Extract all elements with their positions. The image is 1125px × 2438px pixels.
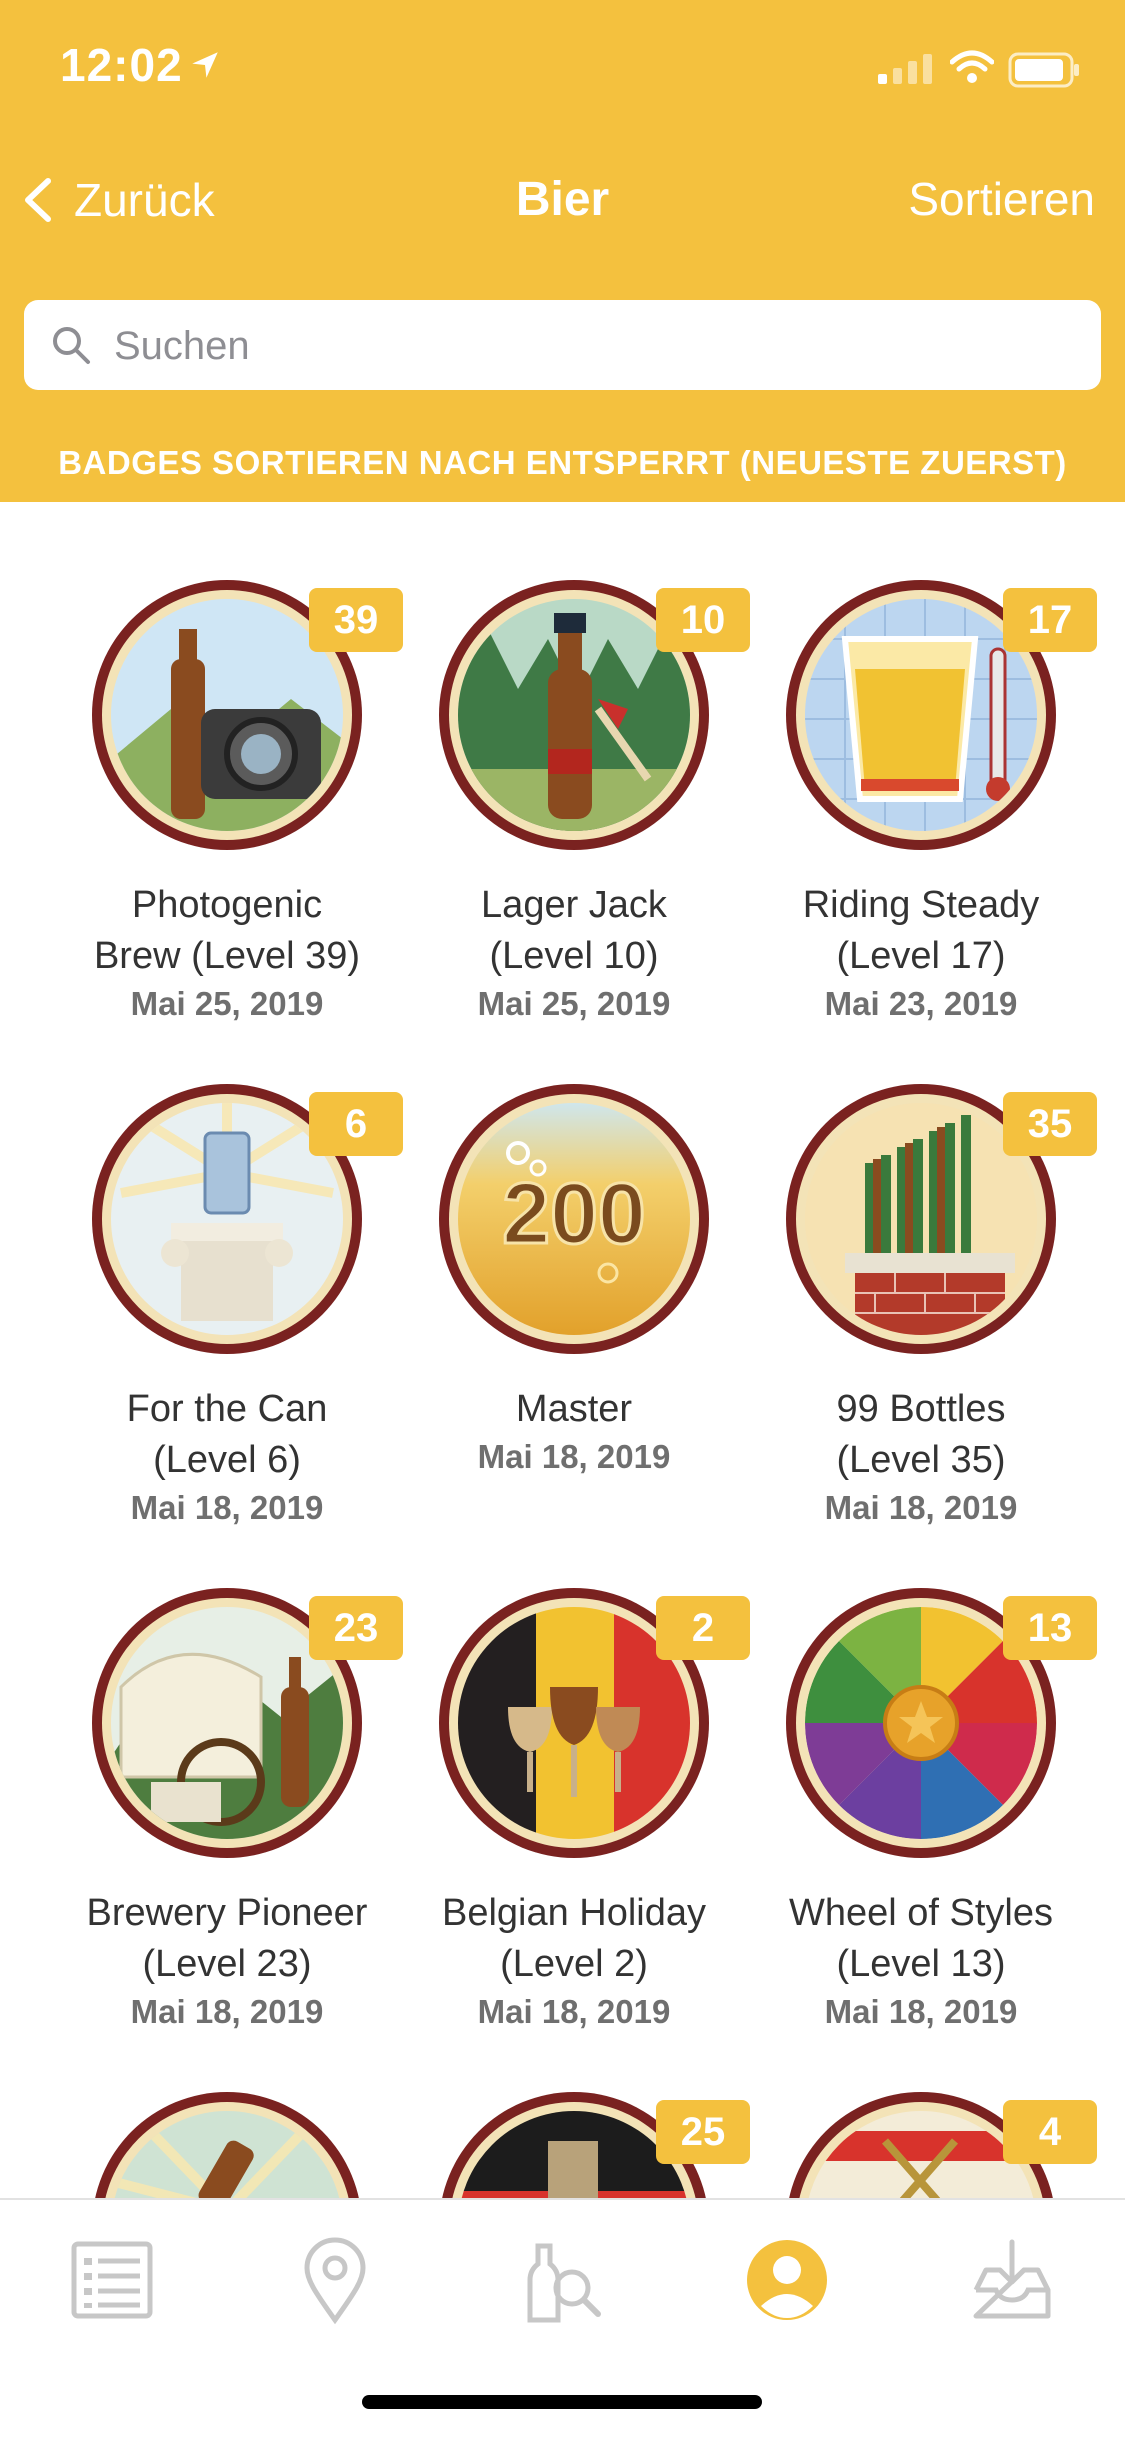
sort-button[interactable]: Sortieren: [908, 172, 1095, 226]
badge-name-line: Master: [515, 1388, 633, 1430]
beer-search-icon[interactable]: [512, 2230, 612, 2330]
header: 12:02 Zurück Bier Sortieren Suchen BADGE…: [0, 0, 1125, 502]
badge-date: Mai 18, 2019: [824, 1993, 1018, 2030]
badge-name-line: (Level 13): [836, 1943, 1006, 1985]
profile-icon[interactable]: [737, 2230, 837, 2330]
badge-name-line: Wheel of Styles: [789, 1892, 1053, 1934]
search-bar: [24, 300, 1101, 390]
badge-name-line: Belgian Holiday: [441, 1892, 707, 1934]
badge-name-line: Brewery Pioneer: [86, 1892, 368, 1934]
level-tag: 17: [1003, 588, 1097, 652]
level-tag: 25: [656, 2100, 750, 2164]
badge-name-line: 99 Bottles: [836, 1388, 1006, 1430]
activity-list-icon[interactable]: [62, 2230, 162, 2330]
badge-grid: 39 Photogenic Brew (Level 39) Mai 25, 20…: [0, 502, 1125, 2200]
badge-date: Mai 18, 2019: [477, 1993, 671, 2030]
badge-name: Master: [400, 1384, 748, 1435]
badge-name: Wheel of Styles (Level 13): [747, 1888, 1095, 1990]
badge-date: Mai 18, 2019: [477, 1438, 671, 1475]
level-tag: 2: [656, 1596, 750, 1660]
level-tag: 10: [656, 588, 750, 652]
level-tag: 39: [309, 588, 403, 652]
wifi-icon: [950, 50, 994, 83]
badge-name-line: Brew (Level 39): [93, 935, 361, 977]
badge-name-line: (Level 10): [489, 935, 659, 977]
search-icon: [53, 327, 90, 364]
inbox-icon[interactable]: [962, 2230, 1062, 2330]
badge-name: For the Can (Level 6): [53, 1384, 401, 1486]
master-emblem-text: 200: [502, 1166, 646, 1262]
badge-date: Mai 25, 2019: [130, 985, 324, 1022]
badge-name: Brewery Pioneer (Level 23): [53, 1888, 401, 1990]
badge-name-line: (Level 23): [142, 1943, 312, 1985]
partial-badge-icon: [111, 2111, 343, 2200]
badge-name: Lager Jack (Level 10): [400, 880, 748, 982]
level-tag: 35: [1003, 1092, 1097, 1156]
badge-date: Mai 18, 2019: [824, 1489, 1018, 1526]
badge-name-line: Lager Jack: [481, 884, 667, 926]
badge-name-line: Riding Steady: [802, 884, 1040, 926]
badge-name-line: (Level 6): [153, 1439, 301, 1481]
location-arrow-icon: [192, 52, 218, 78]
sort-info-label: BADGES SORTIEREN NACH ENTSPERRT (NEUESTE…: [58, 444, 1067, 481]
status-bar: 12:02: [0, 0, 1125, 140]
badge-name: Riding Steady (Level 17): [747, 880, 1095, 982]
badge-name: Belgian Holiday (Level 2): [400, 1888, 748, 1990]
badge-name-line: (Level 17): [836, 935, 1006, 977]
badge-emblem: [92, 2092, 362, 2200]
badge-date: Mai 23, 2019: [824, 985, 1018, 1022]
badge-date: Mai 18, 2019: [130, 1489, 324, 1526]
master-200-badge-icon: 200: [458, 1103, 690, 1335]
badge-date: Mai 25, 2019: [477, 985, 671, 1022]
badge-date: Mai 18, 2019: [130, 1993, 324, 2030]
badge-name: 99 Bottles (Level 35): [747, 1384, 1095, 1486]
badge-name-line: For the Can: [126, 1388, 328, 1430]
badge-name-line: (Level 35): [836, 1439, 1006, 1481]
level-tag: 23: [309, 1596, 403, 1660]
search-input[interactable]: [112, 310, 1076, 382]
level-tag: 4: [1003, 2100, 1097, 2164]
badge-emblem: 200: [439, 1084, 709, 1354]
status-time: 12:02: [60, 39, 183, 91]
cellular-signal-icon: [878, 54, 932, 84]
navigation-bar: Zurück Bier Sortieren: [0, 160, 1125, 240]
battery-icon: [1008, 52, 1079, 88]
level-tag: 6: [309, 1092, 403, 1156]
badge-name-line: (Level 2): [500, 1943, 648, 1985]
home-indicator[interactable]: [362, 2395, 762, 2409]
level-tag: 13: [1003, 1596, 1097, 1660]
badge-name: Photogenic Brew (Level 39): [53, 880, 401, 982]
badge-name-line: Photogenic: [131, 884, 323, 926]
location-pin-icon[interactable]: [285, 2230, 385, 2330]
